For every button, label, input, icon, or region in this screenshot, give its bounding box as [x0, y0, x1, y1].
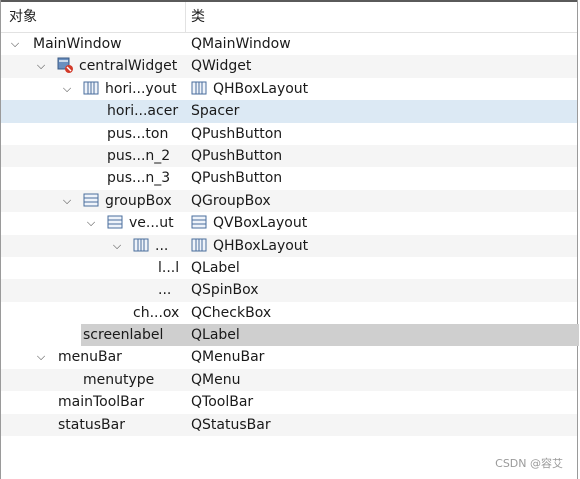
class-name: QLabel — [191, 327, 240, 344]
tree-row-screenlabel[interactable]: screenlabel QLabel — [1, 324, 579, 347]
column-separator[interactable] — [185, 2, 186, 32]
tree-row-horizontal-spacer[interactable]: hori...acer Spacer — [1, 100, 577, 123]
tree-row-maintoolbar[interactable]: mainToolBar QToolBar — [1, 391, 577, 413]
column-header-class[interactable]: 类 — [191, 2, 205, 32]
hbox-layout-icon — [83, 81, 99, 95]
tree-row-menubar[interactable]: ⌵ menuBar QMenuBar — [1, 346, 577, 368]
column-header-object[interactable]: 对象 — [9, 2, 37, 32]
chevron-down-icon[interactable]: ⌵ — [85, 212, 97, 234]
class-name: QStatusBar — [191, 416, 271, 433]
tree-row-vertical-layout[interactable]: ⌵ ve...ut QVBoxLayout — [1, 212, 577, 234]
watermark: CSDN @容艾 — [495, 457, 563, 470]
tree-row-mainwindow[interactable]: ⌵ MainWindow QMainWindow — [1, 33, 577, 55]
tree-row-groupbox[interactable]: ⌵ groupBox QGroupBox — [1, 189, 577, 213]
class-name: QLabel — [191, 259, 240, 276]
object-name: l...l — [158, 259, 180, 276]
class-name: QHBoxLayout — [213, 80, 309, 97]
object-name: ch...ox — [133, 304, 180, 321]
class-name: QMenuBar — [191, 349, 265, 366]
object-name: pus...n_2 — [107, 147, 171, 164]
hbox-layout-icon — [191, 81, 207, 95]
class-name: QCheckBox — [191, 304, 272, 321]
class-name: QMenu — [191, 371, 241, 388]
hbox-layout-icon — [133, 238, 149, 252]
chevron-down-icon[interactable]: ⌵ — [35, 55, 47, 77]
tree-row-pushbutton[interactable]: pus...ton QPushButton — [1, 123, 577, 145]
object-name: pus...ton — [107, 125, 169, 142]
class-name: QSpinBox — [191, 282, 259, 299]
object-name: ve...ut — [129, 215, 174, 232]
class-name: QMainWindow — [191, 36, 291, 52]
vbox-layout-icon — [107, 215, 123, 229]
tree-row-label[interactable]: l...l QLabel — [1, 257, 577, 279]
class-name: QGroupBox — [191, 192, 271, 209]
tree-row-horizontal-layout[interactable]: ⌵ hori...yout QHBoxLayout — [1, 78, 577, 100]
tree-row-centralwidget[interactable]: ⌵ centralWidget QWidget — [1, 55, 577, 78]
class-name: QToolBar — [191, 394, 254, 411]
class-name: QVBoxLayout — [213, 215, 308, 232]
tree-row-pushbutton-2[interactable]: pus...n_2 QPushButton — [1, 144, 577, 168]
class-name: QWidget — [191, 58, 252, 75]
vbox-layout-icon — [83, 193, 99, 207]
tree-row-checkbox[interactable]: ch...ox QCheckBox — [1, 302, 577, 324]
object-name: menutype — [83, 371, 155, 388]
hbox-layout-icon — [191, 238, 207, 252]
object-name: hori...acer — [107, 103, 179, 120]
chevron-down-icon[interactable]: ⌵ — [9, 33, 21, 55]
tree-row-inner-hbox[interactable]: ⌵ ... QHBoxLayout — [1, 234, 577, 257]
class-name: QPushButton — [191, 170, 283, 187]
tree-row-spinbox[interactable]: ... QSpinBox — [1, 279, 577, 302]
class-name: QPushButton — [191, 147, 283, 164]
object-name: mainToolBar — [58, 394, 145, 411]
object-name: hori...yout — [105, 80, 177, 97]
object-name: groupBox — [105, 192, 172, 209]
object-inspector: 对象 类 ⌵ MainWindow QMainWindow ⌵ centralW… — [0, 0, 579, 479]
object-name: centralWidget — [79, 58, 178, 75]
tree-row-statusbar[interactable]: statusBar QStatusBar — [1, 413, 577, 437]
class-name: QHBoxLayout — [213, 237, 309, 254]
tree-rows: ⌵ MainWindow QMainWindow ⌵ centralWidget… — [1, 33, 579, 437]
chevron-down-icon[interactable]: ⌵ — [35, 346, 47, 368]
object-name: MainWindow — [33, 36, 122, 52]
object-name: pus...n_3 — [107, 170, 171, 187]
tree-row-pushbutton-3[interactable]: pus...n_3 QPushButton — [1, 167, 577, 189]
chevron-down-icon[interactable]: ⌵ — [111, 235, 123, 257]
tree-row-menutype[interactable]: menutype QMenu — [1, 368, 577, 392]
object-name: menuBar — [58, 349, 122, 366]
chevron-down-icon[interactable]: ⌵ — [61, 190, 73, 212]
widget-broken-layout-icon — [57, 57, 73, 74]
class-name: QPushButton — [191, 125, 283, 142]
object-name: screenlabel — [83, 327, 164, 344]
object-name: ... — [158, 282, 172, 299]
object-name: statusBar — [58, 416, 125, 433]
vbox-layout-icon — [191, 215, 207, 229]
class-name: Spacer — [191, 103, 240, 120]
chevron-down-icon[interactable]: ⌵ — [61, 78, 73, 100]
tree-header: 对象 类 — [1, 2, 577, 33]
object-name: ... — [155, 237, 169, 254]
